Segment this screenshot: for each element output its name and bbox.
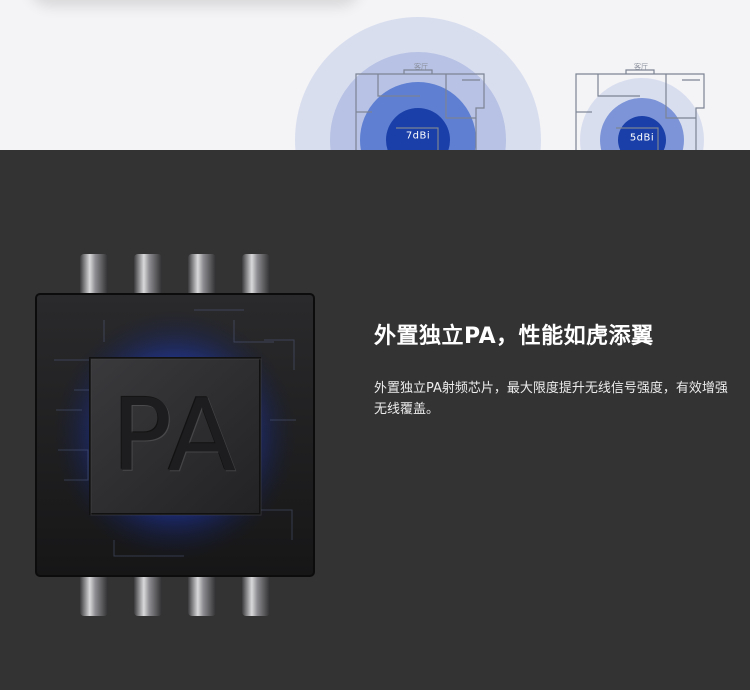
pa-chip-illustration: PA — [34, 250, 316, 620]
chip-label: PA — [111, 377, 239, 494]
gain-label-7dbi: 7dBi — [405, 130, 431, 142]
signal-coverage-panel: 客厅 7dBi 客厅 5dBi — [0, 0, 750, 150]
signal-coverage-diagram — [295, 17, 705, 150]
feature-title: 外置独立PA，性能如虎添翼 — [374, 324, 654, 349]
room-label-right: 客厅 — [634, 63, 648, 71]
pa-feature-section: PA 外置独立PA，性能如虎添翼 外置独立PA射频芯片，最大限度提升无线信号强度… — [0, 150, 750, 690]
room-label-left: 客厅 — [414, 63, 428, 71]
gain-label-5dbi: 5dBi — [629, 132, 655, 144]
feature-description: 外置独立PA射频芯片，最大限度提升无线信号强度，有效增强无线覆盖。 — [374, 381, 728, 417]
